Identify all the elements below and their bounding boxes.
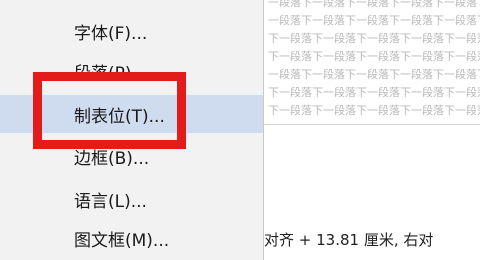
menu-item-label: 字体(F)... <box>74 23 148 44</box>
document-line: 一段落下一段落下一段落下一段落下一段落下一段 <box>268 14 480 27</box>
document-line: 一段落下一段落下一段落下一段落下一段落下一段 <box>268 68 480 81</box>
tab-stop-status-text: 对齐 + 13.81 厘米, 右对 <box>264 231 434 249</box>
document-line: 下一段落下一段落下一段落下一段落下一段落下一 <box>268 104 480 117</box>
menu-item-label: 图文框(M)... <box>74 230 170 251</box>
annotation-highlight-box <box>33 72 186 149</box>
document-line: 下一段落下一段落下一段落下一段落下一段落下一 <box>268 86 480 99</box>
menu-item-frame[interactable]: 图文框(M)... <box>0 219 263 257</box>
menu-item-font[interactable]: 字体(F)... <box>0 12 263 50</box>
menu-item-label: 语言(L)... <box>74 191 147 212</box>
menu-item-language[interactable]: 语言(L)... <box>0 180 263 218</box>
document-divider <box>264 124 480 125</box>
document-body[interactable]: 一段落下一段落下一段落下一段落下一段落下一段 一段落下一段落下一段落下一段落下一… <box>264 0 480 126</box>
document-line: 一段落下一段落下一段落下一段落下一段落下一段 <box>268 0 480 9</box>
document-line: 下一段落下一段落下一段落下一段落下一段落下一 <box>268 32 480 45</box>
document-line: 下一段落下一段落下一段落下一段落下一段落下一 <box>268 50 480 63</box>
word-screenshot: 一段落下一段落下一段落下一段落下一段落下一段 一段落下一段落下一段落下一段落下一… <box>0 0 480 260</box>
